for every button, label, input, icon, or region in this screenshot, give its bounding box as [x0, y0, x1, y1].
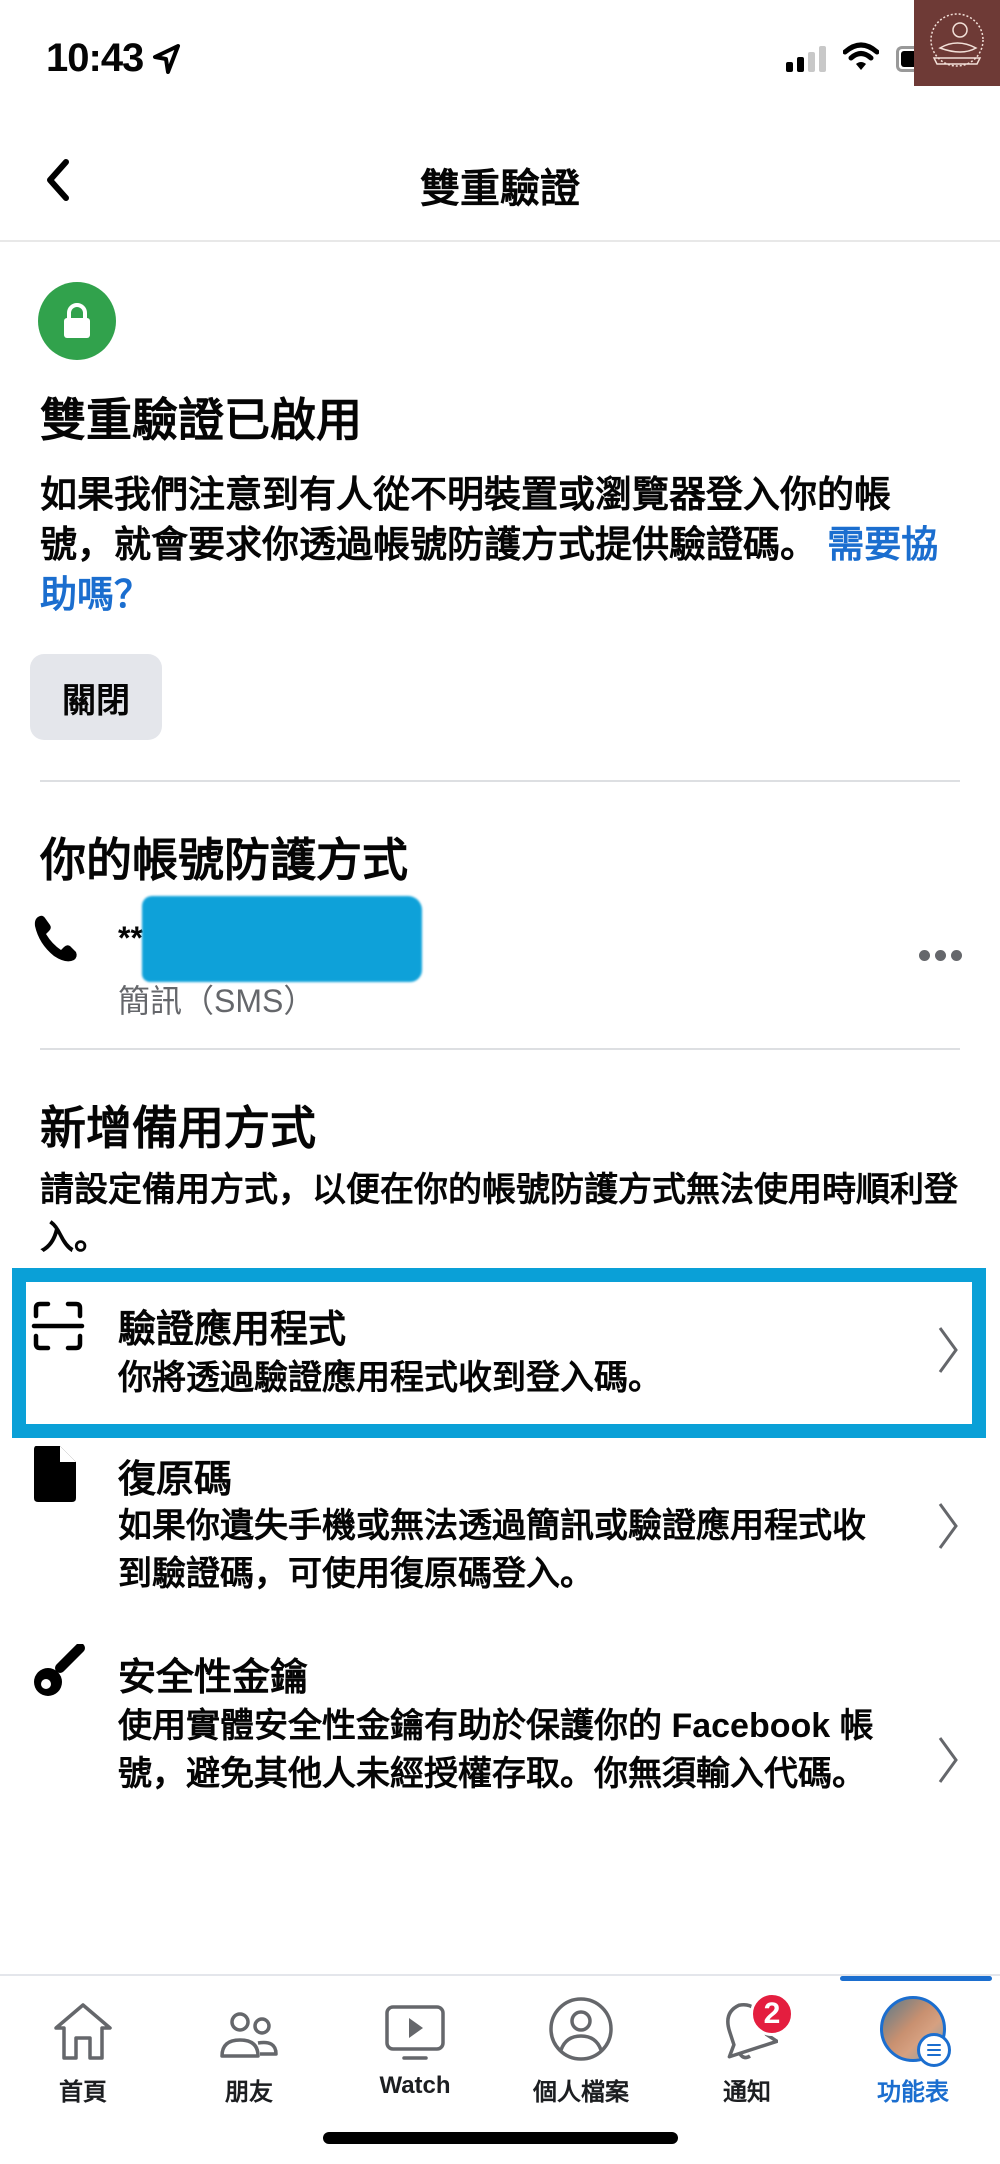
lock-icon: [64, 303, 90, 338]
status-description: 如果我們注意到有人從不明裝置或瀏覽器登入你的帳號，就會要求你透過帳號防護方式提供…: [40, 470, 940, 620]
status-heading: 雙重驗證已啟用: [40, 394, 362, 446]
avatar: [880, 1996, 951, 2067]
home-icon: [54, 2003, 112, 2060]
clock: 10:43: [46, 36, 144, 80]
avatar-menu-icon: [917, 2033, 951, 2067]
tab-watch[interactable]: Watch: [332, 1976, 498, 2116]
tab-label: 個人檔案: [533, 2079, 629, 2106]
option-title: 復原碼: [118, 1459, 233, 1501]
turn-off-button[interactable]: 關閉: [30, 654, 162, 740]
watermark-emblem-icon: [930, 13, 984, 67]
tab-label: 功能表: [877, 2079, 949, 2106]
lock-badge: [38, 282, 116, 360]
more-options-button[interactable]: [919, 950, 962, 961]
tab-label: 首頁: [59, 2079, 107, 2106]
tab-profile[interactable]: 個人檔案: [498, 1976, 664, 2116]
tab-friends[interactable]: 朋友: [166, 1976, 332, 2116]
status-bar: 10:43: [0, 0, 1000, 120]
friends-icon: [220, 2012, 278, 2058]
nav-header: 雙重驗證: [0, 120, 1000, 242]
tab-home[interactable]: 首頁: [0, 1976, 166, 2116]
redaction-mark: [142, 896, 422, 982]
chevron-right-icon: [938, 1737, 958, 1783]
option-recovery-codes[interactable]: 復原碼 如果你遺失手機或無法透過簡訊或驗證應用程式收到驗證碼，可使用復原碼登入。: [0, 1444, 1000, 1614]
tab-notifications[interactable]: 2 通知: [664, 1976, 830, 2116]
tab-menu[interactable]: 功能表: [830, 1976, 996, 2116]
home-indicator[interactable]: [323, 2132, 678, 2144]
cellular-signal-icon: [786, 46, 826, 72]
method-type-label: 簡訊（SMS）: [118, 983, 316, 1019]
key-icon: [34, 1644, 85, 1696]
watermark-logo: [914, 0, 1000, 86]
more-horizontal-icon: [935, 950, 946, 961]
option-body: 如果你遺失手機或無法透過簡訊或驗證應用程式收到驗證碼，可使用復原碼登入。: [118, 1507, 866, 1593]
highlight-box: [12, 1268, 986, 1438]
section-divider: [40, 780, 960, 782]
profile-icon: [549, 1997, 613, 2061]
status-time: 10:43: [46, 36, 181, 81]
protection-method-row: ** 簡訊（SMS）: [0, 880, 1000, 1030]
phone-icon: [34, 915, 77, 962]
hamburger-icon: [927, 2044, 941, 2056]
more-horizontal-icon: [951, 950, 962, 961]
backup-description: 請設定備用方式，以便在你的帳號防護方式無法使用時順利登入。: [40, 1171, 958, 1257]
location-arrow-icon: [153, 43, 181, 74]
wifi-icon: [843, 42, 879, 70]
page-title: 雙重驗證: [420, 167, 580, 211]
notification-badge: 2: [750, 1992, 794, 2036]
tab-label: Watch: [379, 2072, 451, 2099]
watch-video-icon: [385, 2005, 445, 2060]
option-body: 使用實體安全性金鑰有助於保護你的 Facebook 帳號，避免其他人未經授權存取…: [118, 1707, 874, 1793]
option-security-key[interactable]: 安全性金鑰 使用實體安全性金鑰有助於保護你的 Facebook 帳號，避免其他人…: [0, 1640, 1000, 1850]
option-title: 安全性金鑰: [118, 1657, 309, 1699]
tab-label: 通知: [723, 2079, 771, 2106]
tab-label: 朋友: [225, 2079, 273, 2106]
section-divider: [40, 1048, 960, 1050]
status-description-text: 如果我們注意到有人從不明裝置或瀏覽器登入你的帳號，就會要求你透過帳號防護方式提供…: [40, 474, 891, 565]
masked-phone-number: **: [118, 920, 143, 956]
document-icon: [34, 1446, 76, 1502]
more-horizontal-icon: [919, 950, 930, 961]
chevron-right-icon: [938, 1503, 958, 1549]
backup-heading: 新增備用方式: [40, 1102, 316, 1154]
